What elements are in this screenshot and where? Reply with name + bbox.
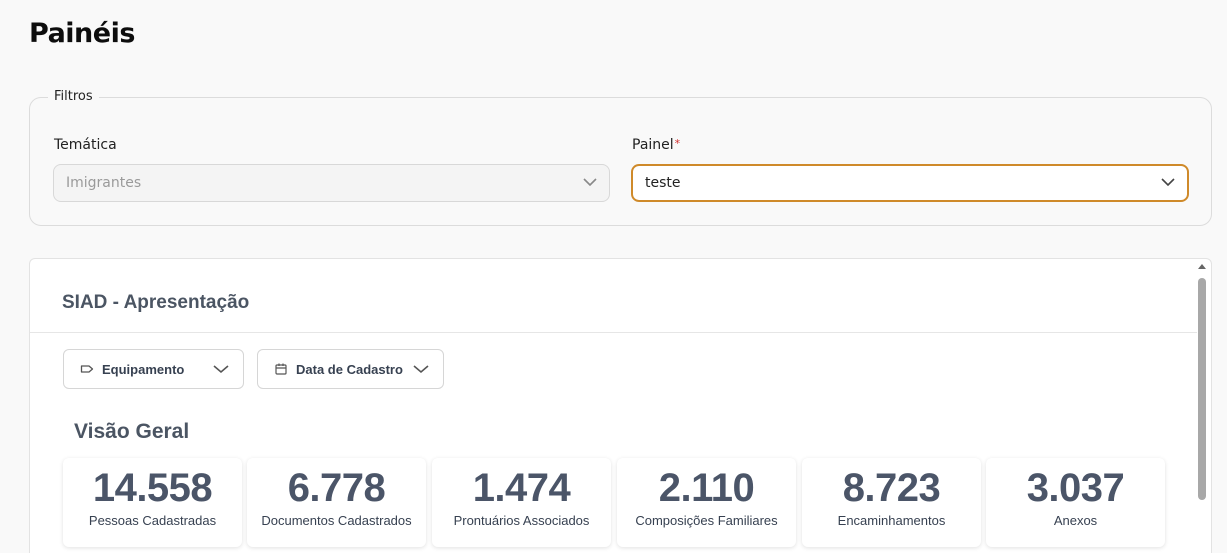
kpi-label: Prontuários Associados <box>453 513 590 528</box>
kpi-value: 8.723 <box>842 466 941 510</box>
painel-select[interactable]: teste <box>631 164 1189 202</box>
filters-legend: Filtros <box>48 89 99 104</box>
kpi-value: 6.778 <box>287 466 386 510</box>
filters-group: Filtros Temática Imigrantes Painel* test… <box>29 89 1212 226</box>
tag-icon <box>80 365 94 373</box>
scroll-up-arrow-icon[interactable] <box>1198 264 1206 269</box>
kpi-value: 1.474 <box>472 466 571 510</box>
kpi-card: 1.474 Prontuários Associados <box>432 458 611 547</box>
kpi-label: Encaminhamentos <box>837 513 946 528</box>
data-cadastro-filter-label: Data de Cadastro <box>296 361 403 377</box>
painel-value: teste <box>645 175 681 191</box>
kpi-label: Documentos Cadastrados <box>261 513 412 528</box>
equipamento-filter-button[interactable]: Equipamento <box>63 349 244 389</box>
kpi-card: 2.110 Composições Familiares <box>617 458 796 547</box>
kpi-card: 6.778 Documentos Cadastrados <box>247 458 426 547</box>
kpi-card: 3.037 Anexos <box>986 458 1165 547</box>
kpi-card: 8.723 Encaminhamentos <box>802 458 981 547</box>
painel-label-text: Painel <box>632 137 674 153</box>
kpi-card: 14.558 Pessoas Cadastradas <box>63 458 242 547</box>
dashboard-panel: SIAD - Apresentação Equipamento Data de … <box>29 258 1212 553</box>
required-mark: * <box>674 137 681 150</box>
kpi-value: 2.110 <box>658 466 755 510</box>
kpi-label: Anexos <box>1053 513 1098 528</box>
chevron-down-icon <box>413 365 429 374</box>
calendar-icon <box>275 363 287 375</box>
scrollbar-thumb[interactable] <box>1198 278 1206 500</box>
kpi-label: Composições Familiares <box>635 513 778 528</box>
tematica-label: Temática <box>54 137 117 153</box>
chevron-down-icon <box>1161 178 1175 186</box>
kpi-value: 3.037 <box>1026 466 1125 510</box>
chevron-down-icon <box>213 365 229 374</box>
divider <box>30 332 1197 333</box>
kpi-value: 14.558 <box>92 466 213 510</box>
tematica-value: Imigrantes <box>66 175 142 191</box>
kpi-label: Pessoas Cadastradas <box>88 513 217 528</box>
scrollbar[interactable] <box>1196 260 1208 553</box>
painel-label: Painel* <box>632 137 680 153</box>
chevron-down-icon <box>583 178 597 186</box>
dashboard-title: SIAD - Apresentação <box>62 292 250 313</box>
page-title: Painéis <box>29 18 135 49</box>
tematica-select[interactable]: Imigrantes <box>53 164 610 202</box>
data-cadastro-filter-button[interactable]: Data de Cadastro <box>257 349 444 389</box>
equipamento-filter-label: Equipamento <box>102 361 185 377</box>
section-title: Visão Geral <box>74 420 190 443</box>
